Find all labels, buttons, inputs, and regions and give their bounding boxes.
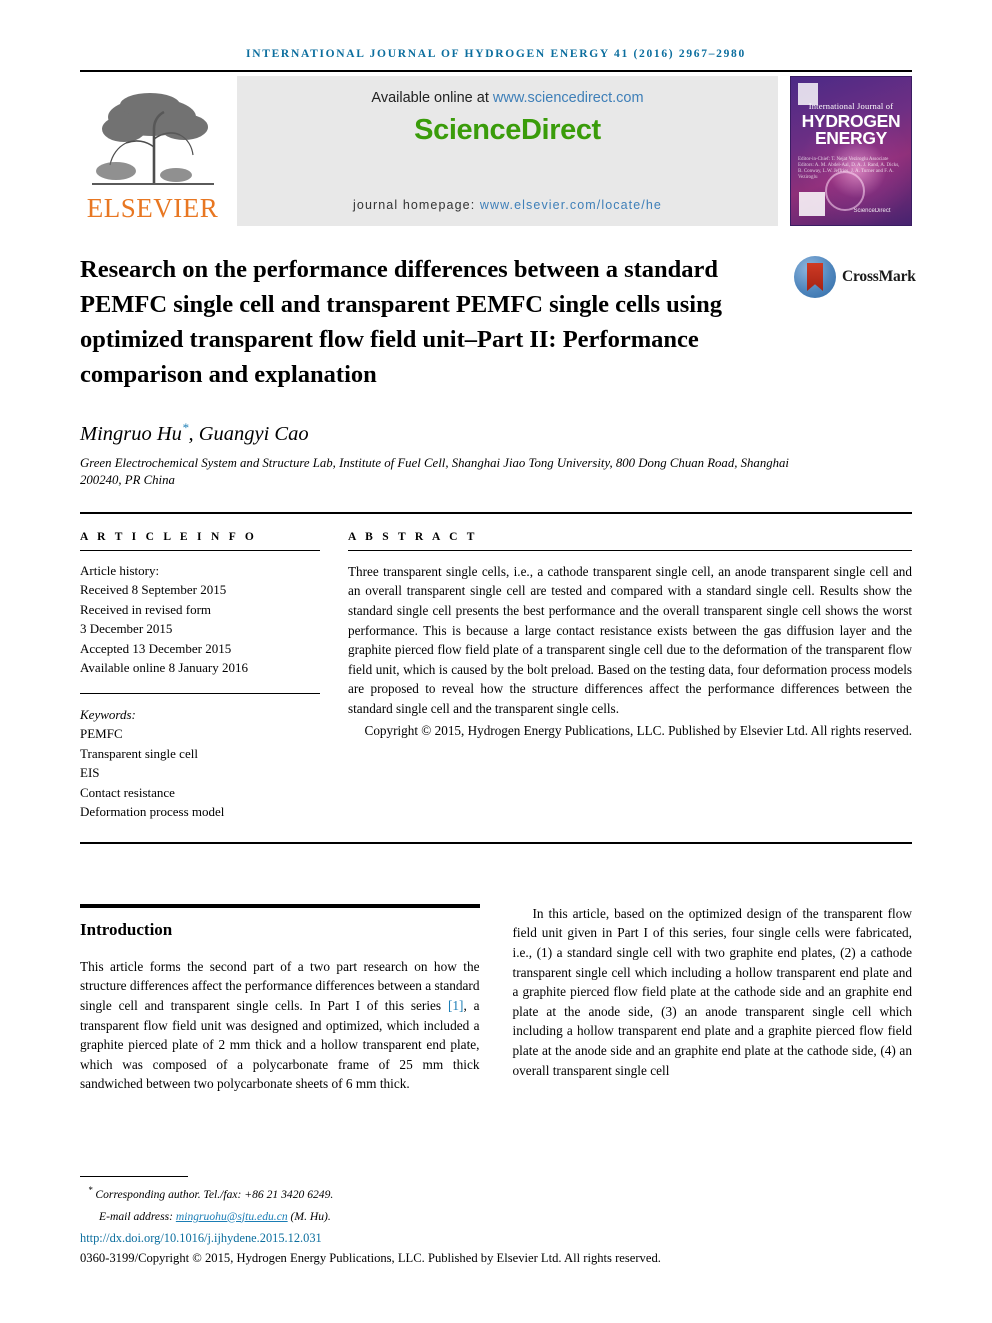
keyword-item: Deformation process model [80, 804, 225, 820]
corresponding-author-note: * Corresponding author. Tel./fax: +86 21… [80, 1182, 912, 1203]
sciencedirect-wordmark: ScienceDirect [414, 114, 601, 146]
footnote-rule [80, 1176, 188, 1178]
email-label: E-mail address: [99, 1209, 176, 1223]
journal-homepage-line: journal homepage: www.elsevier.com/locat… [237, 198, 778, 212]
info-abstract-grid: A R T I C L E I N F O Article history: R… [80, 531, 912, 822]
introduction-paragraph-left: This article forms the second part of a … [80, 957, 480, 1094]
title-column: Research on the performance differences … [80, 252, 794, 392]
sciencedirect-link[interactable]: www.sciencedirect.com [493, 90, 644, 106]
introduction-heading: Introduction [80, 919, 173, 939]
cover-title-large: HYDROGEN ENERGY [791, 112, 911, 148]
body-columns: Introduction This article forms the seco… [80, 903, 913, 1094]
cover-ring-graphic [825, 171, 865, 211]
affiliation: Green Electrochemical System and Structu… [80, 455, 789, 488]
author-list: Mingruo Hu*, Guangyi Cao [80, 420, 912, 446]
history-item: Accepted 13 December 2015 [80, 640, 232, 656]
intro-text-part1: This article forms the second part of a … [80, 958, 480, 1014]
elsevier-wordmark: ELSEVIER [86, 193, 219, 223]
corresponding-author-text: Corresponding author. Tel./fax: +86 21 3… [92, 1188, 334, 1201]
elsevier-logo: ELSEVIER [80, 76, 225, 226]
issn-copyright: 0360-3199/Copyright © 2015, Hydrogen Ene… [80, 1251, 661, 1265]
masthead: ELSEVIER Available online at www.science… [80, 76, 912, 226]
article-info-rule [80, 549, 320, 551]
article-history: Article history: Received 8 September 20… [80, 561, 320, 678]
footnote-area: * Corresponding author. Tel./fax: +86 21… [80, 1176, 912, 1266]
keywords-block: Keywords: PEMFC Transparent single cell … [80, 705, 320, 822]
article-history-label: Article history: [80, 562, 160, 578]
crossmark-icon [794, 256, 836, 298]
history-item: Available online 8 January 2016 [80, 660, 248, 676]
article-info-heading: A R T I C L E I N F O [80, 530, 258, 543]
email-link[interactable]: mingruohu@sjtu.edu.cn [176, 1210, 288, 1223]
keywords-rule [80, 692, 320, 694]
running-head: International Journal of Hydrogen Energy… [246, 48, 746, 60]
introduction-paragraph-right: In this article, based on the optimized … [512, 905, 913, 1078]
crossmark-label: CrossMark [842, 268, 916, 285]
journal-homepage-link[interactable]: www.elsevier.com/locate/he [480, 198, 662, 212]
history-item: 3 December 2015 [80, 621, 173, 637]
abstract-column: A B S T R A C T Three transparent single… [338, 531, 912, 822]
keyword-item: Transparent single cell [80, 745, 198, 761]
crossmark-badge[interactable]: CrossMark [794, 256, 916, 298]
page-title: Research on the performance differences … [80, 256, 722, 388]
email-suffix: (M. Hu). [287, 1209, 331, 1223]
cover-title-small: International Journal of [808, 101, 894, 111]
masthead-top-rule [80, 70, 912, 72]
journal-homepage-label: journal homepage: [353, 198, 480, 212]
reference-link-1[interactable]: [1] [448, 998, 464, 1013]
elsevier-tree-icon [80, 85, 225, 193]
history-item: Received in revised form [80, 601, 212, 617]
abstract-heading: A B S T R A C T [348, 530, 478, 543]
keyword-item: Contact resistance [80, 784, 175, 800]
paper-page: International Journal of Hydrogen Energy… [0, 0, 992, 1323]
title-area: Research on the performance differences … [80, 252, 916, 392]
keywords-label: Keywords: [80, 706, 136, 722]
introduction-rule [80, 903, 480, 908]
author-primary: Mingruo Hu [80, 422, 182, 445]
crossmark-bookmark-icon [807, 263, 823, 291]
abstract-text: Three transparent single cells, i.e., a … [348, 563, 912, 716]
cover-ihe-badge [799, 192, 825, 216]
body-column-left: Introduction This article forms the seco… [80, 903, 480, 1094]
info-bottom-rule [80, 841, 912, 844]
doi-link[interactable]: http://dx.doi.org/10.1016/j.ijhydene.201… [80, 1231, 912, 1246]
cover-title-line2: ENERGY [814, 128, 888, 148]
body-column-right: In this article, based on the optimized … [513, 904, 913, 1094]
article-info-column: A R T I C L E I N F O Article history: R… [80, 531, 338, 822]
journal-cover-thumbnail: International Journal of HYDROGEN ENERGY… [790, 76, 912, 226]
abstract-copyright: Copyright © 2015, Hydrogen Energy Public… [364, 722, 912, 738]
available-online-line: Available online at www.sciencedirect.co… [371, 90, 643, 106]
history-item: Received 8 September 2015 [80, 582, 227, 598]
keyword-item: PEMFC [80, 726, 123, 742]
sciencedirect-banner: Available online at www.sciencedirect.co… [237, 76, 778, 226]
author-secondary: , Guangyi Cao [188, 422, 309, 445]
keyword-item: EIS [80, 765, 100, 781]
available-online-prefix: Available online at [371, 90, 493, 106]
cover-sciencedirect-imprint: ScienceDirect [853, 208, 891, 214]
email-note: E-mail address: mingruohu@sjtu.edu.cn (M… [80, 1209, 912, 1226]
crossmark-column: CrossMark [794, 252, 916, 392]
info-top-rule [80, 511, 912, 514]
abstract-rule [348, 549, 912, 551]
